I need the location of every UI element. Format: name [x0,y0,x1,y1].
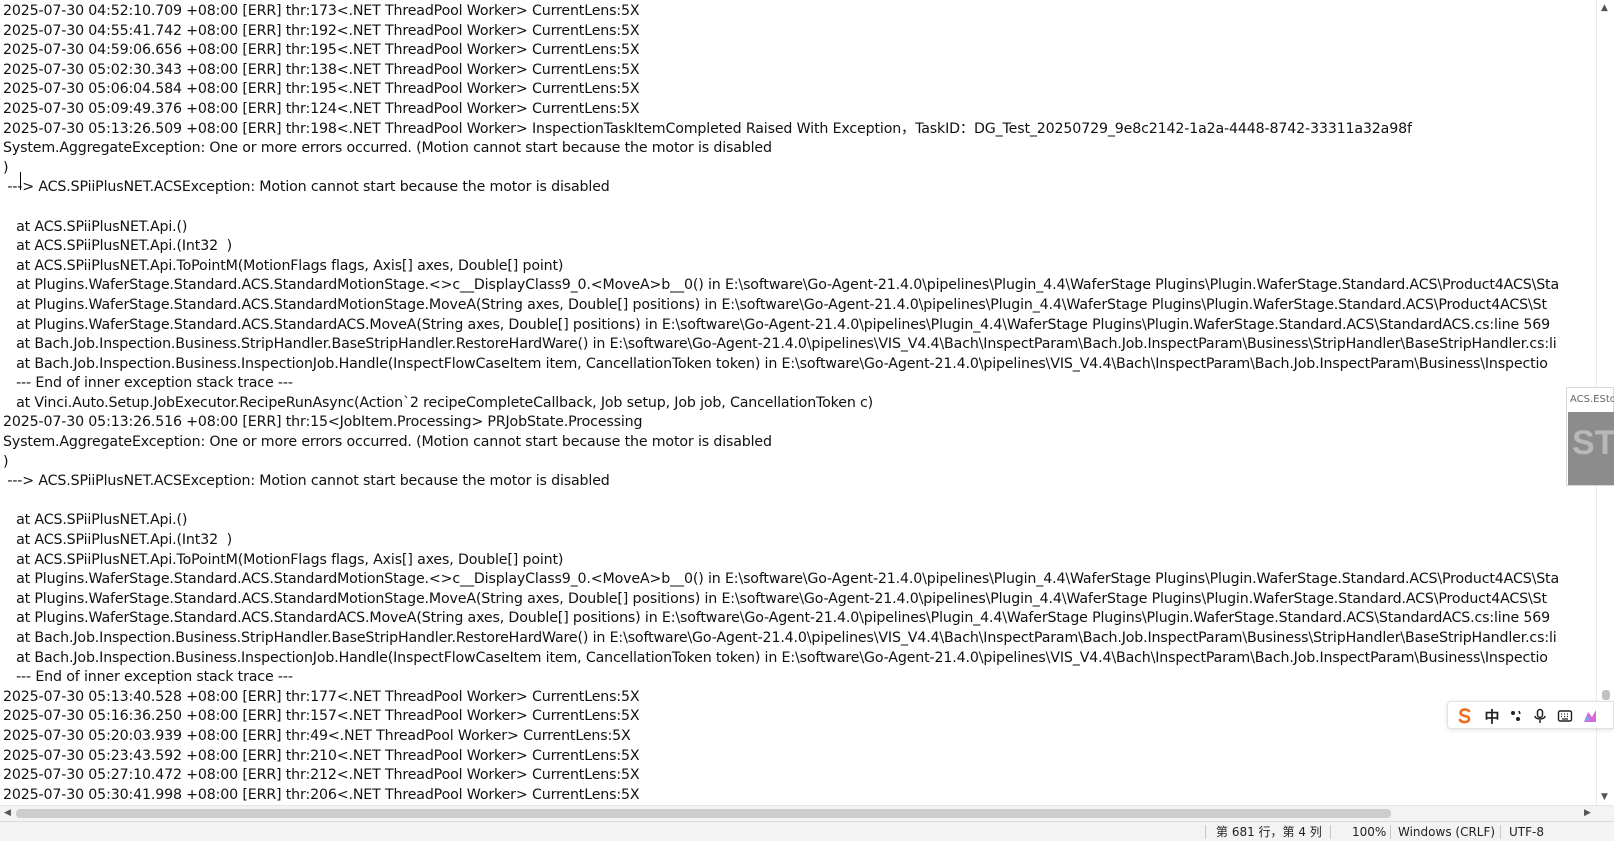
status-bar: 第 681 行，第 4 列 100% Windows (CRLF) UTF-8 [0,821,1614,841]
log-line[interactable]: at Plugins.WaferStage.Standard.ACS.Stand… [3,609,1559,629]
log-line[interactable]: at Plugins.WaferStage.Standard.ACS.Stand… [3,296,1559,316]
vertical-scroll-thumb[interactable] [1602,690,1610,700]
log-line[interactable]: 2025-07-30 05:30:41.998 +08:00 [ERR] thr… [3,786,1559,805]
log-line[interactable]: 2025-07-30 05:13:26.516 +08:00 [ERR] thr… [3,413,1559,433]
log-line[interactable]: 2025-07-30 05:16:36.250 +08:00 [ERR] thr… [3,707,1559,727]
log-line[interactable]: at Bach.Job.Inspection.Business.Inspecti… [3,649,1559,669]
scroll-right-icon[interactable]: ▶ [1584,808,1591,818]
text-editor[interactable]: 2025-07-30 04:52:10.709 +08:00 [ERR] thr… [0,0,1596,805]
log-line[interactable]: ) [3,453,1559,473]
floating-preview-window[interactable]: ACS.EStop STO [1566,387,1614,486]
punctuation-icon[interactable] [1505,705,1527,727]
encoding[interactable]: UTF-8 [1509,825,1544,840]
log-line[interactable] [3,198,1559,218]
log-line[interactable]: 2025-07-30 04:55:41.742 +08:00 [ERR] thr… [3,22,1559,42]
log-line[interactable]: 2025-07-30 05:09:49.376 +08:00 [ERR] thr… [3,100,1559,120]
log-line[interactable]: at Plugins.WaferStage.Standard.ACS.Stand… [3,316,1559,336]
log-line[interactable]: --- End of inner exception stack trace -… [3,374,1559,394]
microphone-icon[interactable] [1529,705,1551,727]
status-separator [1205,825,1206,839]
log-line[interactable]: at Vinci.Auto.Setup.JobExecutor.RecipeRu… [3,394,1559,414]
log-line[interactable]: 2025-07-30 05:27:10.472 +08:00 [ERR] thr… [3,766,1559,786]
line-ending[interactable]: Windows (CRLF) [1398,825,1495,840]
log-line[interactable]: at Bach.Job.Inspection.Business.Inspecti… [3,355,1559,375]
log-line[interactable]: at Plugins.WaferStage.Standard.ACS.Stand… [3,276,1559,296]
log-line[interactable]: 2025-07-30 05:06:04.584 +08:00 [ERR] thr… [3,80,1559,100]
log-line[interactable]: at ACS.SPiiPlusNET.Api.ToPointM(MotionFl… [3,551,1559,571]
log-line[interactable]: at ACS.SPiiPlusNET.Api.() [3,218,1559,238]
log-line[interactable]: at Plugins.WaferStage.Standard.ACS.Stand… [3,590,1559,610]
text-cursor [20,172,21,190]
log-line[interactable]: 2025-07-30 05:13:26.509 +08:00 [ERR] thr… [3,120,1559,140]
scroll-left-icon[interactable]: ◀ [4,808,11,818]
log-line[interactable]: 2025-07-30 04:52:10.709 +08:00 [ERR] thr… [3,2,1559,22]
log-line[interactable]: 2025-07-30 04:59:06.656 +08:00 [ERR] thr… [3,41,1559,61]
ime-mode-icon[interactable]: 中 [1481,705,1503,727]
scroll-down-icon[interactable]: ▼ [1601,792,1608,802]
horizontal-scrollbar[interactable]: ◀ ▶ [0,805,1614,821]
log-line[interactable]: 2025-07-30 05:20:03.939 +08:00 [ERR] thr… [3,727,1559,747]
log-line[interactable]: System.AggregateException: One or more e… [3,433,1559,453]
log-line[interactable]: at Plugins.WaferStage.Standard.ACS.Stand… [3,570,1559,590]
preview-text: STO [1572,424,1614,462]
log-content[interactable]: 2025-07-30 04:52:10.709 +08:00 [ERR] thr… [3,2,1559,805]
cursor-position[interactable]: 第 681 行，第 4 列 [1216,825,1322,840]
scroll-up-icon[interactable]: ▲ [1601,3,1608,13]
log-line[interactable]: ---> ACS.SPiiPlusNET.ACSException: Motio… [3,178,1559,198]
log-line[interactable]: at ACS.SPiiPlusNET.Api.(Int32 ) [3,531,1559,551]
zoom-level[interactable]: 100% [1352,825,1386,840]
log-line[interactable]: 2025-07-30 05:23:43.592 +08:00 [ERR] thr… [3,747,1559,767]
ime-logo-icon[interactable] [1454,705,1476,727]
status-separator [1390,825,1391,839]
log-line[interactable]: at ACS.SPiiPlusNET.Api.(Int32 ) [3,237,1559,257]
log-line[interactable]: ---> ACS.SPiiPlusNET.ACSException: Motio… [3,472,1559,492]
log-line[interactable]: --- End of inner exception stack trace -… [3,668,1559,688]
keyboard-icon[interactable] [1554,705,1576,727]
log-line[interactable]: ) [3,159,1559,179]
log-line[interactable]: at Bach.Job.Inspection.Business.StripHan… [3,629,1559,649]
status-separator [1330,825,1331,839]
log-line[interactable]: 2025-07-30 05:13:40.528 +08:00 [ERR] thr… [3,688,1559,708]
horizontal-scroll-thumb[interactable] [16,809,1391,818]
log-line[interactable]: System.AggregateException: One or more e… [3,139,1559,159]
ime-toolbar[interactable]: 中 [1447,701,1614,729]
log-line[interactable] [3,492,1559,512]
log-line[interactable]: 2025-07-30 05:02:30.343 +08:00 [ERR] thr… [3,61,1559,81]
preview-title: ACS.EStop [1570,394,1614,405]
skin-icon[interactable] [1579,705,1601,727]
preview-thumbnail[interactable]: STO [1568,412,1614,485]
status-separator [1500,825,1501,839]
log-line[interactable]: at Bach.Job.Inspection.Business.StripHan… [3,335,1559,355]
log-line[interactable]: at ACS.SPiiPlusNET.Api.() [3,511,1559,531]
log-line[interactable]: at ACS.SPiiPlusNET.Api.ToPointM(MotionFl… [3,257,1559,277]
